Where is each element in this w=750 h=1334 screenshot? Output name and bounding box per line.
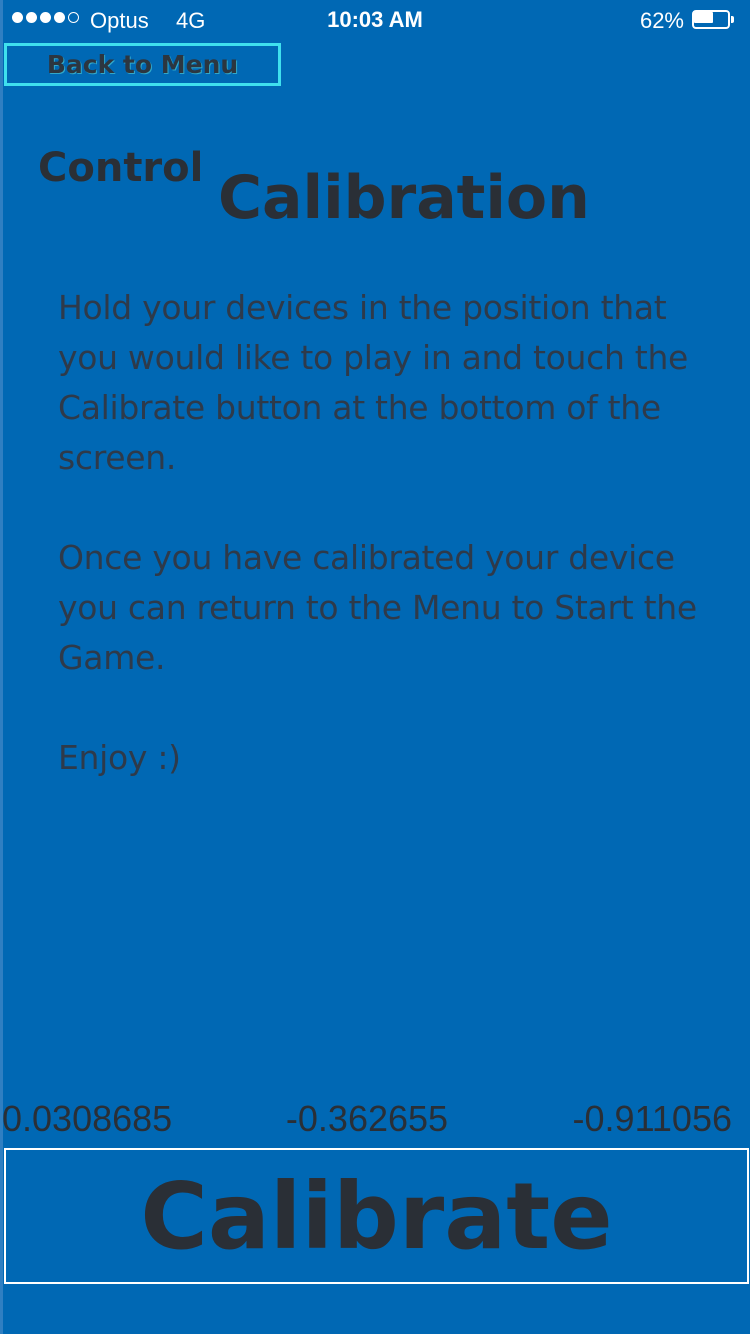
instructions-paragraph-3: Enjoy :) (58, 738, 181, 777)
status-bar: Optus 4G 10:03 AM 62% (0, 0, 750, 40)
battery-icon (692, 10, 736, 31)
instructions-paragraph-1: Hold your devices in the position that y… (58, 288, 689, 477)
page-title-calibration: Calibration (218, 163, 590, 233)
instructions-text: Hold your devices in the position that y… (58, 283, 708, 833)
accelerometer-z-value: -0.911056 (572, 1098, 732, 1139)
page-title-control: Control (38, 145, 204, 191)
battery-percentage: 62% (639, 8, 684, 33)
calibrate-button[interactable]: Calibrate (4, 1148, 749, 1284)
battery-cap (731, 16, 734, 23)
instructions-paragraph-2: Once you have calibrated your device you… (58, 538, 697, 677)
back-to-menu-button[interactable]: Back to Menu (4, 43, 281, 86)
battery-fill (694, 12, 713, 23)
status-time: 10:03 AM (327, 7, 423, 32)
